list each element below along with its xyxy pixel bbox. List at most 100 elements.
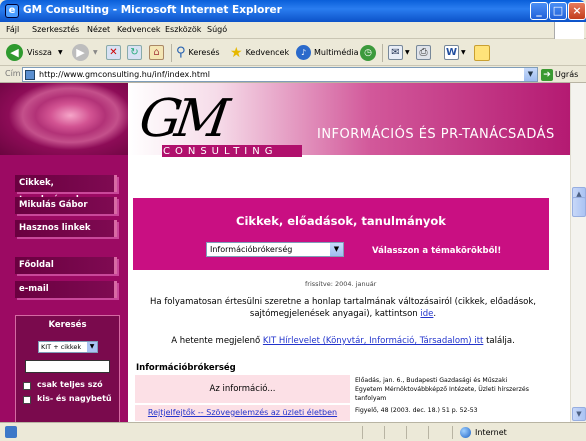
topic-select[interactable]: Információbrókerség ▼ <box>206 242 344 257</box>
tagline: INFORMÁCIÓS ÉS PR-TANÁCSADÁS <box>317 127 555 142</box>
stop-button[interactable]: ✕ <box>106 43 121 62</box>
back-label: Vissza <box>27 48 52 57</box>
newsletter-link[interactable]: KIT Hírlevelet (Könyvtár, Információ, Tá… <box>263 336 483 346</box>
go-button[interactable]: ➔ Ugrás <box>541 67 578 82</box>
stop-icon: ✕ <box>106 45 121 60</box>
dropdown-arrow-icon: ▼ <box>461 49 466 56</box>
word-icon: W <box>444 45 459 60</box>
whole-word-checkbox[interactable] <box>23 382 31 390</box>
forward-arrow-icon: ▶ <box>72 44 89 61</box>
home-icon: ⌂ <box>149 45 164 60</box>
article-meta-1: Előadás, jan. 6., Budapesti Gazdasági és… <box>355 376 555 403</box>
choose-topic-label: Válasszon a témakörökből! <box>372 246 502 256</box>
globe-icon <box>460 427 471 438</box>
page-icon <box>25 70 35 80</box>
print-button[interactable]: ⎙ <box>416 43 431 62</box>
print-icon: ⎙ <box>416 45 431 60</box>
menu-file[interactable]: Fájl <box>6 25 19 34</box>
intro-line-2-text: sajtómegjelenések anyagai), kattintson <box>249 309 418 319</box>
content-title: Cikkek, előadások, tanulmányok <box>236 214 446 228</box>
article-meta-1-line-2: Egyetem Mérnöktovábbképző Intézete, Üzle… <box>355 386 529 393</box>
mail-button[interactable]: ✉ ▼ <box>388 43 410 62</box>
newsletter-pre: A hetente megjelenő <box>171 336 261 346</box>
menu-help[interactable]: Súgó <box>207 25 227 34</box>
favorites-label: Kedvencek <box>245 48 290 57</box>
toolbar-separator <box>171 44 172 62</box>
nav-email[interactable]: e-mail <box>15 281 117 298</box>
nav-home[interactable]: Főoldal <box>15 257 117 274</box>
windows-flag-icon <box>554 22 584 39</box>
messenger-button[interactable] <box>474 43 490 62</box>
menu-bar: Fájl Szerkesztés Nézet Kedvencek Eszközö… <box>0 22 586 39</box>
section-title: Információbrókerség <box>136 363 236 373</box>
media-icon: ♪ <box>296 45 311 60</box>
search-scope-value: KIT + cikkek <box>41 343 82 351</box>
refresh-icon: ↻ <box>127 45 142 60</box>
subscribe-link[interactable]: ide <box>420 309 433 319</box>
search-icon: ⚲ <box>176 45 186 60</box>
whole-word-label: csak teljes szó <box>37 380 103 389</box>
address-input[interactable]: http://www.gmconsulting.hu/inf/index.htm… <box>22 67 538 82</box>
menu-view[interactable]: Nézet <box>87 25 110 34</box>
scroll-thumb[interactable] <box>572 197 586 217</box>
intro-line-2: sajtómegjelenések anyagai), kattintson i… <box>249 309 437 319</box>
media-button[interactable]: ♪ Multimédia <box>296 43 358 62</box>
chevron-down-icon: ▼ <box>87 342 97 352</box>
status-bar: Internet <box>0 422 586 441</box>
ripple-image <box>0 83 128 155</box>
go-label: Ugrás <box>555 70 579 79</box>
scroll-down-button[interactable]: ▼ <box>572 407 586 421</box>
gm-logo: GM <box>135 89 228 149</box>
toolbar: ◀ Vissza ▼ ▶ ▼ ✕ ↻ ⌂ ⚲ Keresés ★ Kedvenc… <box>0 39 586 66</box>
media-label: Multimédia <box>314 48 359 57</box>
article-meta-1-line-1: Előadás, jan. 6., Budapesti Gazdasági és… <box>355 377 508 384</box>
forward-button[interactable]: ▶ ▼ <box>72 43 98 62</box>
go-arrow-icon: ➔ <box>541 68 553 81</box>
address-url: http://www.gmconsulting.hu/inf/index.htm… <box>39 70 210 79</box>
refresh-button[interactable]: ↻ <box>127 43 142 62</box>
toolbar-separator <box>382 44 383 62</box>
web-page: GM CONSULTING INFORMÁCIÓS ÉS PR-TANÁCSAD… <box>0 83 570 422</box>
article-link-2[interactable]: Rejtjelfejtők -- Szövegelemzés az üzleti… <box>148 408 337 417</box>
star-icon: ★ <box>230 44 243 61</box>
close-button[interactable]: × <box>568 2 586 20</box>
search-input[interactable] <box>25 360 110 373</box>
search-scope-select[interactable]: KIT + cikkek ▼ <box>38 341 98 353</box>
search-button[interactable]: ⚲ Keresés <box>176 43 220 62</box>
nav-articles[interactable]: Cikkek, tanulmányok <box>15 175 117 205</box>
intro-text: Ha folyamatosan értesülni szeretne a hon… <box>137 296 549 320</box>
nav-mikulas-gabor[interactable]: Mikulás Gábor <box>15 197 117 214</box>
edit-button[interactable]: W ▼ <box>444 43 466 62</box>
newsletter-post: találja. <box>486 336 515 346</box>
menu-edit[interactable]: Szerkesztés <box>32 25 79 34</box>
vertical-scrollbar[interactable]: ▲ ▼ <box>570 83 586 422</box>
maximize-button[interactable]: □ <box>549 2 567 20</box>
mail-icon: ✉ <box>388 45 403 60</box>
favorites-button[interactable]: ★ Kedvencek <box>230 43 289 62</box>
dropdown-arrow-icon: ▼ <box>57 49 63 56</box>
history-button[interactable]: ◷ <box>360 43 376 62</box>
intro-line-1: Ha folyamatosan értesülni szeretne a hon… <box>150 297 536 307</box>
dropdown-arrow-icon: ▼ <box>405 49 410 56</box>
history-icon: ◷ <box>360 44 376 61</box>
back-button[interactable]: ◀ Vissza ▼ <box>6 43 63 62</box>
chevron-down-icon: ▼ <box>330 243 343 256</box>
article-meta-2: Figyelő, 48 (2003. dec. 18.) 51 p. 52-53 <box>355 407 478 414</box>
menu-favorites[interactable]: Kedvencek <box>117 25 161 34</box>
menu-tools[interactable]: Eszközök <box>165 25 201 34</box>
minimize-button[interactable]: _ <box>530 2 548 20</box>
content-banner <box>133 198 549 270</box>
case-sensitive-checkbox[interactable] <box>23 396 31 404</box>
note-icon <box>474 44 490 61</box>
nav-useful-links[interactable]: Hasznos linkek <box>15 220 117 237</box>
updated-date: frissítve: 2004. január <box>305 280 377 288</box>
search-label: Keresés <box>188 48 220 57</box>
back-arrow-icon: ◀ <box>6 44 23 61</box>
home-button[interactable]: ⌂ <box>149 43 164 62</box>
article-title-2[interactable]: Rejtjelfejtők -- Szövegelemzés az üzleti… <box>135 405 350 421</box>
article-title-1[interactable]: Az információ... <box>135 375 350 403</box>
search-panel: Keresés KIT + cikkek ▼ csak teljes szó k… <box>15 315 120 422</box>
address-dropdown-icon[interactable]: ▼ <box>524 68 537 81</box>
security-zone: Internet <box>460 427 507 438</box>
window-title: GM Consulting - Microsoft Internet Explo… <box>23 4 282 16</box>
